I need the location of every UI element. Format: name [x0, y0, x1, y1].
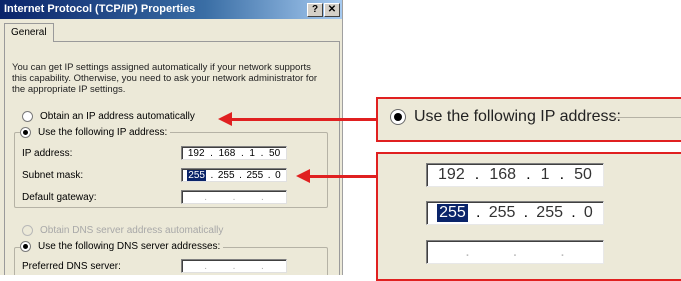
subnet-octet-selected: 255 — [187, 169, 206, 181]
zoom-subnet-octet-selected: 255 — [437, 204, 468, 222]
subnet-mask-label: Subnet mask: — [22, 170, 84, 181]
zoom-radio-label: Use the following IP address: — [414, 108, 621, 125]
radio-obtain-ip-auto-label: Obtain an IP address automatically — [40, 111, 195, 122]
zoom-ip-address-input: 192. 168. 1. 50 — [426, 163, 604, 187]
zoom-subnet-octet: 255 — [536, 204, 563, 221]
window-title: Internet Protocol (TCP/IP) Properties — [4, 3, 196, 15]
subnet-octet: 255 — [246, 169, 264, 181]
ip-octet: 50 — [269, 147, 281, 159]
zoom-subnet-octet: 0 — [583, 204, 593, 221]
radio-use-ip-label: Use the following IP address: — [38, 127, 168, 138]
radio-obtain-ip-auto-row[interactable]: Obtain an IP address automatically — [22, 111, 195, 122]
zoom-subnet-mask-input: 255. 255. 255. 0 — [426, 201, 604, 225]
zoom-ip-octet: 168 — [489, 166, 517, 183]
zoom-radio-checked — [390, 109, 406, 125]
arrow-line — [230, 118, 376, 121]
radio-use-ip-row[interactable]: Use the following IP address: — [20, 127, 171, 138]
preferred-dns-label: Preferred DNS server: — [22, 261, 121, 272]
zoom-subnet-octet: 255 — [488, 204, 516, 221]
zoom-ip-octet: 50 — [574, 166, 592, 183]
zoom-ip-octet: 1 — [540, 166, 550, 183]
radio-use-dns[interactable] — [20, 241, 31, 252]
zoom-groupbox-line — [611, 117, 681, 118]
subnet-octet: 0 — [275, 169, 281, 181]
zoom-radio-row: Use the following IP address: — [390, 108, 621, 126]
radio-use-ip[interactable] — [20, 127, 31, 138]
ip-address-label: IP address: — [22, 148, 73, 159]
description-text: You can get IP settings assigned automat… — [12, 62, 318, 95]
radio-obtain-dns-auto-row[interactable]: Obtain DNS server address automatically — [22, 225, 223, 236]
close-button[interactable]: ✕ — [324, 3, 340, 17]
help-button[interactable]: ? — [307, 3, 323, 17]
callout-fields-zoom: 192. 168. 1. 50 255. 255. 255. 0 . . . — [376, 152, 681, 281]
default-gateway-input[interactable]: . . . — [181, 190, 287, 204]
radio-obtain-dns-auto-label: Obtain DNS server address automatically — [40, 225, 224, 236]
preferred-dns-input[interactable]: . . . — [181, 259, 287, 273]
subnet-octet: 255 — [217, 169, 235, 181]
subnet-mask-input[interactable]: 255. 255. 255. 0 — [181, 168, 287, 182]
ip-octet: 1 — [249, 147, 255, 159]
zoom-ip-octet: 192 — [438, 166, 465, 183]
radio-obtain-dns-auto[interactable] — [22, 225, 33, 236]
radio-use-dns-row[interactable]: Use the following DNS server addresses: — [20, 241, 224, 252]
zoom-gateway-input: . . . — [426, 240, 604, 264]
radio-obtain-ip-auto[interactable] — [22, 111, 33, 122]
arrow-line — [308, 175, 376, 178]
ip-octet: 168 — [218, 147, 236, 159]
callout-radio-zoom: Use the following IP address: — [376, 97, 681, 142]
title-bar[interactable]: Internet Protocol (TCP/IP) Properties ? … — [0, 0, 342, 19]
ip-octet: 192 — [187, 147, 205, 159]
default-gateway-label: Default gateway: — [22, 192, 97, 203]
tab-general[interactable]: General — [4, 23, 54, 42]
radio-use-dns-label: Use the following DNS server addresses: — [38, 241, 221, 252]
tcpip-properties-dialog: Internet Protocol (TCP/IP) Properties ? … — [0, 0, 343, 275]
ip-address-input[interactable]: 192. 168. 1. 50 — [181, 146, 287, 160]
